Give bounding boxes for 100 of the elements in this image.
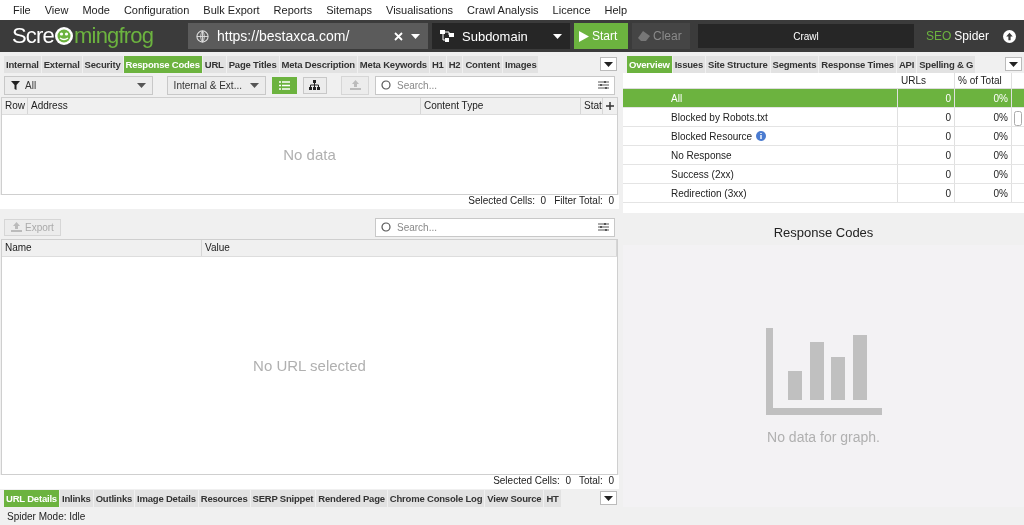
filter-settings-icon[interactable] bbox=[598, 222, 609, 232]
caret-icon bbox=[249, 82, 259, 88]
more-tabs-button[interactable] bbox=[600, 57, 617, 71]
globe-icon bbox=[196, 29, 209, 43]
table-row[interactable]: No Response 0 0% bbox=[623, 146, 1024, 165]
tab[interactable]: Security bbox=[82, 55, 123, 73]
tab[interactable]: External bbox=[41, 55, 82, 73]
search-field[interactable]: Search... bbox=[375, 217, 615, 237]
menu-item[interactable]: Visualisations bbox=[379, 4, 461, 16]
status-text: Selected Cells: 0 bbox=[468, 195, 547, 208]
menu-item[interactable]: Reports bbox=[266, 4, 320, 16]
close-icon[interactable] bbox=[394, 31, 403, 41]
tab[interactable]: Internal bbox=[4, 55, 41, 73]
row-label: Success (2xx) bbox=[671, 168, 734, 180]
url-count: 0 bbox=[945, 92, 951, 104]
menu-item[interactable]: Crawl Analysis bbox=[460, 4, 546, 16]
logo-text: mingfrog bbox=[74, 23, 154, 49]
tab[interactable]: Outlinks bbox=[93, 489, 135, 507]
search-field[interactable]: Search... bbox=[375, 75, 615, 95]
percent-value: 0% bbox=[993, 130, 1008, 142]
caret-icon bbox=[604, 61, 613, 67]
play-icon bbox=[579, 30, 589, 42]
search-input[interactable]: Search... bbox=[395, 78, 594, 92]
column-header[interactable]: URLs bbox=[898, 73, 955, 88]
menu-item[interactable]: File bbox=[6, 4, 38, 16]
row-label: All bbox=[671, 92, 683, 104]
table-row[interactable]: Success (2xx) 0 0% bbox=[623, 165, 1024, 184]
scope-dropdown[interactable]: Subdomain bbox=[432, 23, 570, 49]
column-header[interactable]: Name bbox=[2, 240, 202, 256]
tab[interactable]: Site Structure bbox=[706, 55, 770, 73]
url-count: 0 bbox=[945, 168, 951, 180]
tab[interactable]: Resources bbox=[198, 489, 250, 507]
row-label: Redirection (3xx) bbox=[671, 187, 747, 199]
more-tabs-button[interactable] bbox=[600, 491, 617, 505]
table-row[interactable]: Blocked by Robots.txt 0 0% bbox=[623, 108, 1024, 127]
column-header[interactable]: % of Total bbox=[955, 73, 1012, 88]
table-row[interactable]: Redirection (3xx) 0 0% bbox=[623, 184, 1024, 203]
percent-value: 0% bbox=[993, 111, 1008, 123]
menu-item[interactable]: View bbox=[37, 4, 76, 16]
column-header[interactable]: Stat bbox=[581, 98, 603, 114]
empty-message: No data for graph. bbox=[767, 428, 880, 445]
url-count: 0 bbox=[945, 149, 951, 161]
menu-item[interactable]: Mode bbox=[75, 4, 117, 16]
tab[interactable]: Image Details bbox=[135, 489, 198, 507]
tab[interactable]: Rendered Page bbox=[316, 489, 387, 507]
tab[interactable]: Meta Keywords bbox=[357, 55, 429, 73]
empty-message: No data bbox=[283, 146, 336, 163]
column-header[interactable]: Content Type bbox=[421, 98, 581, 114]
tab[interactable]: Chrome Console Log bbox=[387, 489, 485, 507]
more-tabs-button[interactable] bbox=[1005, 57, 1022, 71]
tab[interactable]: Segments bbox=[770, 55, 819, 73]
crawl-label: Crawl bbox=[793, 30, 819, 42]
scrollbar-thumb[interactable] bbox=[1014, 111, 1022, 126]
list-icon bbox=[278, 80, 290, 90]
percent-value: 0% bbox=[993, 187, 1008, 199]
upload-circle-icon[interactable] bbox=[1003, 29, 1016, 43]
search-icon bbox=[381, 222, 391, 232]
search-input[interactable]: Search... bbox=[395, 220, 594, 234]
url-count: 0 bbox=[945, 187, 951, 199]
tab[interactable]: Spelling & G bbox=[917, 55, 976, 73]
tab[interactable]: SERP Snippet bbox=[250, 489, 316, 507]
hierarchy-icon bbox=[440, 30, 454, 42]
row-label: Blocked by Robots.txt bbox=[671, 111, 768, 123]
tab[interactable]: Response Times bbox=[819, 55, 896, 73]
filter-dropdown[interactable]: All bbox=[4, 75, 153, 95]
tab[interactable]: Images bbox=[502, 55, 539, 73]
product-name: SEO Spider bbox=[925, 29, 989, 43]
filter-icon bbox=[11, 80, 20, 90]
empty-message: No URL selected bbox=[253, 357, 366, 374]
upload-icon bbox=[11, 222, 22, 232]
tab[interactable]: View Source bbox=[485, 489, 544, 507]
percent-value: 0% bbox=[993, 92, 1008, 104]
tab[interactable]: H1 bbox=[429, 55, 446, 73]
column-header[interactable]: Row bbox=[2, 98, 28, 114]
tab[interactable]: Content bbox=[463, 55, 502, 73]
menu-item[interactable]: Configuration bbox=[116, 4, 197, 16]
menu-item[interactable]: Sitemaps bbox=[319, 4, 379, 16]
menu-item[interactable]: Licence bbox=[545, 4, 598, 16]
url-count: 0 bbox=[945, 130, 951, 142]
table-row[interactable]: Blocked Resource 0 0% bbox=[623, 127, 1024, 146]
tab[interactable]: H2 bbox=[446, 55, 463, 73]
tab[interactable]: API bbox=[896, 55, 917, 73]
add-column-icon[interactable] bbox=[606, 102, 614, 110]
column-header[interactable]: Value bbox=[202, 240, 617, 256]
chart-title: Response Codes bbox=[773, 224, 874, 240]
column-header[interactable]: Address bbox=[28, 98, 421, 114]
url-field[interactable]: https://bestaxca.com/ bbox=[188, 23, 428, 49]
menu-item[interactable]: Help bbox=[597, 4, 635, 16]
status-text: Selected Cells: 0 bbox=[493, 475, 571, 488]
filter-settings-icon[interactable] bbox=[598, 80, 609, 90]
tab[interactable]: Inlinks bbox=[59, 489, 93, 507]
scope-filter-dropdown[interactable]: Internal & Ext... bbox=[166, 75, 266, 95]
tab[interactable]: Issues bbox=[672, 55, 706, 73]
tab[interactable]: HT bbox=[544, 489, 561, 507]
status-text: Filter Total: 0 bbox=[554, 195, 614, 208]
menu-item[interactable]: Bulk Export bbox=[196, 4, 267, 16]
tab[interactable]: Meta Description bbox=[279, 55, 357, 73]
tab[interactable]: URL bbox=[202, 55, 226, 73]
tab[interactable]: Page Titles bbox=[226, 55, 279, 73]
tree-view-button[interactable] bbox=[302, 76, 328, 94]
